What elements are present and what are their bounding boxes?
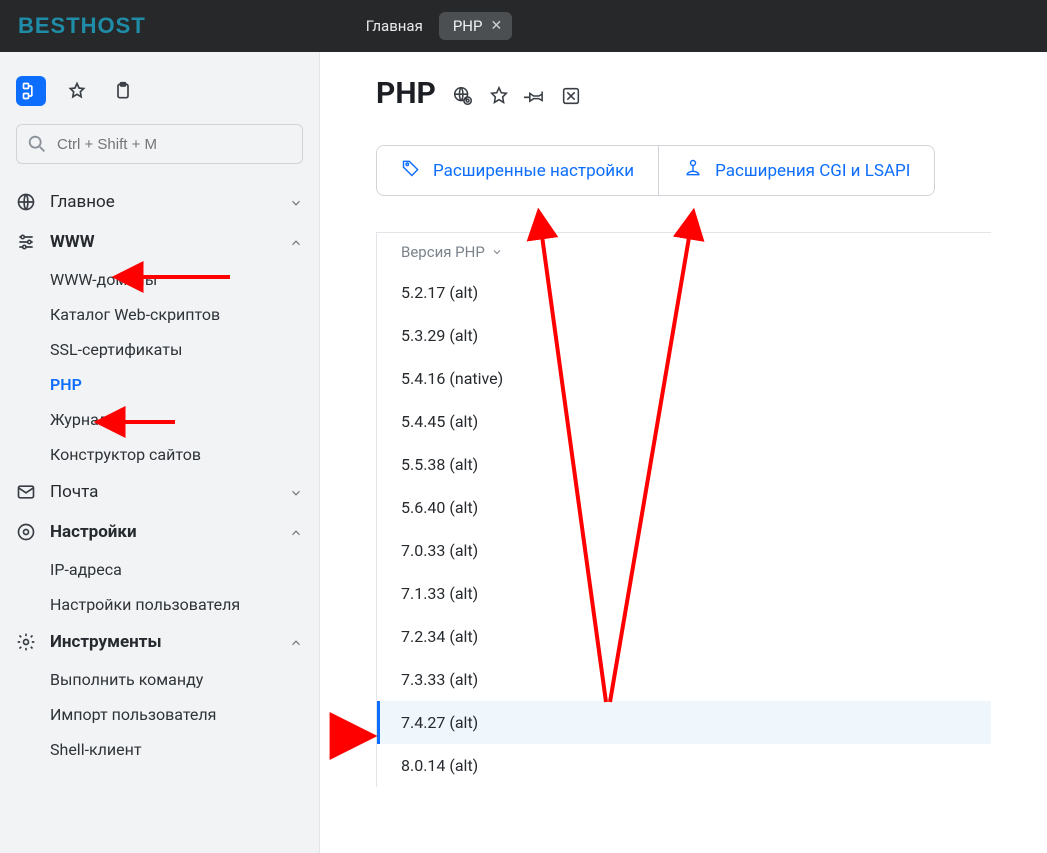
tab-php-label: PHP: [453, 17, 483, 35]
favorite-button[interactable]: [62, 76, 92, 106]
link-globe-icon[interactable]: [452, 85, 474, 111]
sidebar-item-ssl[interactable]: SSL-сертификаты: [0, 332, 319, 367]
table-row[interactable]: 7.3.33 (alt): [377, 658, 991, 701]
joystick-icon: [683, 158, 703, 183]
chevron-down-icon: [491, 246, 503, 258]
table-row[interactable]: 7.0.33 (alt): [377, 529, 991, 572]
sidebar-item-import[interactable]: Импорт пользователя: [0, 697, 319, 732]
nav-group-main: Главное: [0, 182, 319, 222]
toggle-icon: [16, 522, 36, 542]
nav-head-tools[interactable]: Инструменты: [0, 622, 319, 662]
advanced-settings-label: Расширенные настройки: [433, 161, 634, 181]
sidebar-search: [16, 124, 303, 164]
sidebar-item-shell[interactable]: Shell-клиент: [0, 732, 319, 767]
nav-group-mail: Почта: [0, 472, 319, 512]
table-row[interactable]: 7.2.34 (alt): [377, 615, 991, 658]
page-header: PHP: [376, 76, 1047, 111]
chevron-down-icon: [289, 485, 303, 499]
globe-icon: [16, 192, 36, 212]
sidebar-item-logs[interactable]: Журналы: [0, 402, 319, 437]
chevron-up-icon: [289, 235, 303, 249]
advanced-settings-button[interactable]: Расширенные настройки: [377, 146, 658, 195]
search-icon: [26, 133, 48, 155]
nav-group-settings: Настройки IP-адреса Настройки пользовате…: [0, 512, 319, 622]
table-row[interactable]: 5.6.40 (alt): [377, 486, 991, 529]
remove-icon[interactable]: [560, 85, 582, 111]
nav-head-mail[interactable]: Почта: [0, 472, 319, 512]
table-row[interactable]: 7.1.33 (alt): [377, 572, 991, 615]
table-column-header-label: Версия PHP: [401, 243, 485, 261]
sidebar-item-cmd[interactable]: Выполнить команду: [0, 662, 319, 697]
tree-view-button[interactable]: [16, 76, 46, 106]
sidebar-item-ip[interactable]: IP-адреса: [0, 552, 319, 587]
tab-php[interactable]: PHP ✕: [439, 12, 512, 40]
table-row[interactable]: 5.5.38 (alt): [377, 443, 991, 486]
nav-head-main-label: Главное: [50, 192, 115, 212]
table-row[interactable]: 8.0.14 (alt): [377, 744, 991, 787]
gear-icon: [16, 632, 36, 652]
chevron-up-icon: [289, 635, 303, 649]
nav-head-settings-label: Настройки: [50, 522, 137, 542]
nav-head-mail-label: Почта: [50, 482, 98, 502]
main-content: PHP Расширенные: [320, 52, 1047, 853]
nav-head-www[interactable]: WWW: [0, 222, 319, 262]
table-row[interactable]: 5.4.45 (alt): [377, 400, 991, 443]
cgi-lsapi-button[interactable]: Расширения CGI и LSAPI: [658, 146, 934, 195]
sidebar: Главное WWW WWW-домены Ката: [0, 52, 320, 853]
nav-head-main[interactable]: Главное: [0, 182, 319, 222]
action-button-group: Расширенные настройки Расширения CGI и L…: [376, 145, 935, 196]
table-row[interactable]: 5.3.29 (alt): [377, 314, 991, 357]
sidebar-item-domains[interactable]: WWW-домены: [0, 262, 319, 297]
star-icon[interactable]: [488, 85, 510, 111]
page-header-icons: [452, 85, 582, 111]
nav-head-tools-label: Инструменты: [50, 632, 162, 652]
chevron-down-icon: [289, 195, 303, 209]
sidebar-item-php[interactable]: PHP: [0, 367, 319, 402]
close-icon[interactable]: ✕: [490, 19, 502, 33]
tab-home[interactable]: Главная: [366, 17, 423, 35]
sidebar-top-controls: [0, 76, 319, 124]
cgi-lsapi-label: Расширения CGI и LSAPI: [715, 161, 910, 181]
clipboard-button[interactable]: [108, 76, 138, 106]
sliders-icon: [16, 232, 36, 252]
pin-icon[interactable]: [524, 85, 546, 111]
brand-logo: BESTHOST: [18, 13, 146, 39]
top-tabs: Главная PHP ✕: [366, 12, 512, 40]
sidebar-item-builder[interactable]: Конструктор сайтов: [0, 437, 319, 472]
table-row[interactable]: 5.4.16 (native): [377, 357, 991, 400]
nav-group-www: WWW WWW-домены Каталог Web-скриптов SSL-…: [0, 222, 319, 472]
tag-icon: [401, 158, 421, 183]
mail-icon: [16, 482, 36, 502]
nav-head-www-label: WWW: [50, 232, 95, 252]
table-row[interactable]: 5.2.17 (alt): [377, 271, 991, 314]
nav-head-settings[interactable]: Настройки: [0, 512, 319, 552]
page-title: PHP: [376, 76, 436, 111]
sidebar-item-catalog[interactable]: Каталог Web-скриптов: [0, 297, 319, 332]
table-row[interactable]: 7.4.27 (alt): [377, 701, 991, 744]
sidebar-item-user[interactable]: Настройки пользователя: [0, 587, 319, 622]
table-column-header[interactable]: Версия PHP: [377, 233, 991, 271]
nav-group-tools: Инструменты Выполнить команду Импорт пол…: [0, 622, 319, 767]
search-input[interactable]: [16, 124, 303, 164]
php-versions-table: Версия PHP 5.2.17 (alt)5.3.29 (alt)5.4.1…: [376, 232, 991, 787]
topbar: BESTHOST Главная PHP ✕: [0, 0, 1047, 52]
chevron-up-icon: [289, 525, 303, 539]
